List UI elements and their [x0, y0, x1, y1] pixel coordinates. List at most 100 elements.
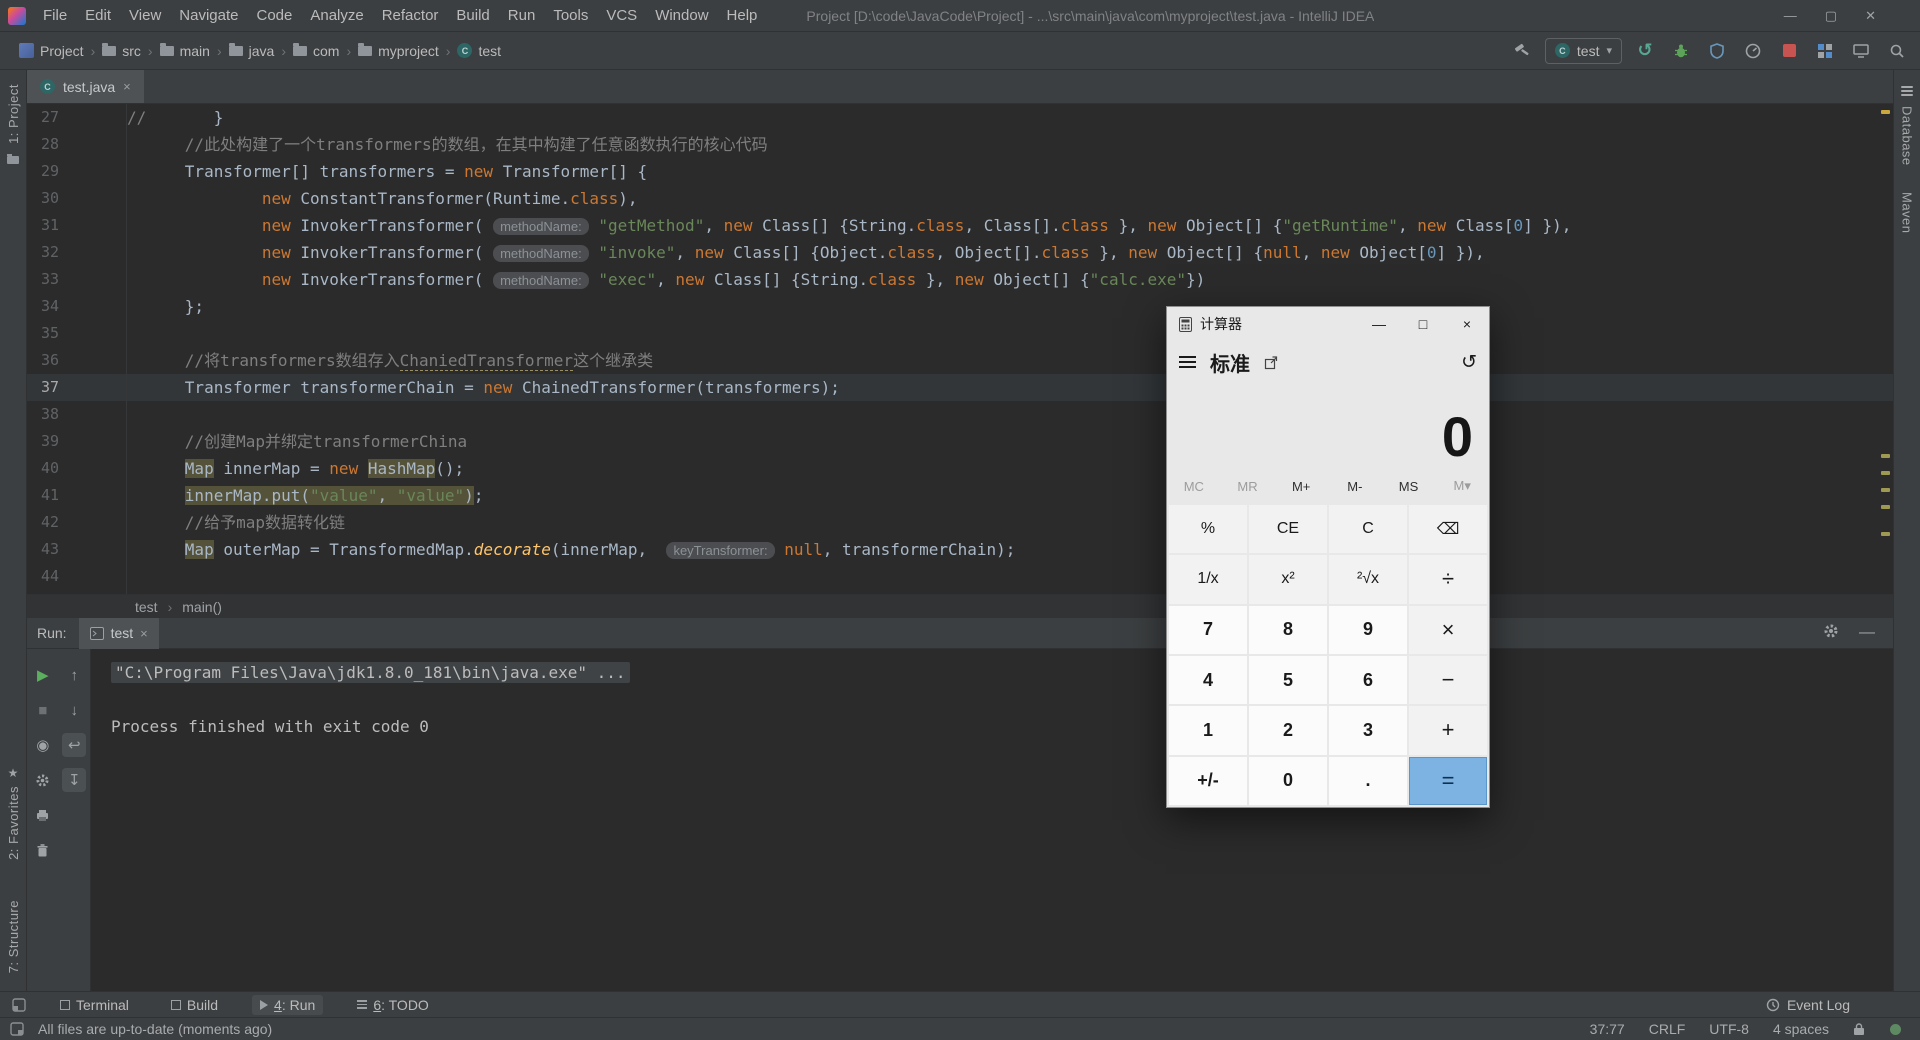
scroll-to-end-button[interactable]: ↧	[62, 768, 87, 792]
menu-refactor[interactable]: Refactor	[373, 0, 448, 31]
code-line[interactable]: new InvokerTransformer( methodName: "exe…	[127, 266, 1893, 293]
menu-edit[interactable]: Edit	[76, 0, 120, 31]
calc-key-ce[interactable]: CE	[1249, 505, 1327, 554]
gear-icon[interactable]	[31, 768, 55, 792]
calc-minimize-icon[interactable]: —	[1357, 307, 1401, 341]
toolwindow-4-run[interactable]: 4: Run	[252, 994, 324, 1015]
minimize-icon[interactable]: —	[1784, 8, 1797, 24]
build-hammer-icon[interactable]	[1509, 38, 1535, 64]
menu-tools[interactable]: Tools	[544, 0, 597, 31]
code-line[interactable]: // }	[127, 104, 1893, 131]
code-line[interactable]: Map innerMap = new HashMap();	[127, 455, 1893, 482]
memory-m-plus[interactable]: M+	[1274, 479, 1328, 494]
code-line[interactable]	[127, 401, 1893, 428]
sidebar-item-project[interactable]: 1: Project	[6, 84, 21, 144]
menu-file[interactable]: File	[34, 0, 76, 31]
calc-key-9[interactable]: 9	[1329, 605, 1407, 654]
maximize-icon[interactable]: ▢	[1825, 8, 1837, 24]
profiler-icon[interactable]	[1740, 38, 1766, 64]
settings-gear-icon[interactable]	[1823, 623, 1839, 644]
calc-title-bar[interactable]: 计算器 — □ ×	[1167, 307, 1489, 341]
code-line[interactable]: //将transformers数组存入ChaniedTransformer这个继…	[127, 347, 1893, 374]
error-stripe-mark[interactable]	[1881, 488, 1890, 492]
sidebar-item-structure[interactable]: 7: Structure	[6, 900, 21, 973]
close-icon[interactable]: ✕	[1865, 8, 1876, 24]
calc-key-1[interactable]: 1	[1169, 706, 1247, 755]
code-line[interactable]: Map outerMap = TransformedMap.decorate(i…	[127, 536, 1893, 563]
tab-test-java[interactable]: C test.java ×	[27, 70, 144, 103]
hamburger-menu-icon[interactable]	[1179, 353, 1196, 371]
toolwindow-6-todo[interactable]: 6: TODO	[349, 995, 437, 1015]
code-line[interactable]	[127, 563, 1893, 590]
breadcrumb-item-java[interactable]: java	[224, 42, 280, 59]
error-stripe-mark[interactable]	[1881, 532, 1890, 536]
run-tab-close-icon[interactable]: ×	[140, 626, 148, 641]
tool-window-switcher-icon[interactable]	[12, 997, 26, 1012]
line-ending[interactable]: CRLF	[1649, 1021, 1686, 1037]
menu-help[interactable]: Help	[718, 0, 767, 31]
calc-key-equals[interactable]: =	[1409, 756, 1487, 805]
memory-ms[interactable]: MS	[1382, 479, 1436, 494]
menu-code[interactable]: Code	[247, 0, 301, 31]
calc-key-decimal[interactable]: .	[1329, 756, 1407, 805]
calc-key-reciprocal[interactable]: 1/x	[1169, 555, 1247, 604]
calc-key-backspace[interactable]: ⌫	[1409, 505, 1487, 554]
calc-key-percent[interactable]: %	[1169, 505, 1247, 554]
sidebar-item-database[interactable]: Database	[1900, 106, 1915, 166]
code-line[interactable]: innerMap.put("value", "value");	[127, 482, 1893, 509]
soft-wrap-button[interactable]: ↩	[62, 733, 87, 757]
code-line[interactable]: Transformer transformerChain = new Chain…	[127, 374, 1893, 401]
calc-key-6[interactable]: 6	[1329, 655, 1407, 705]
code-editor[interactable]: 27282930313233343536373839404142434445 /…	[27, 104, 1893, 594]
run-tab-test[interactable]: test ×	[78, 617, 159, 649]
sidebar-item-favorites[interactable]: 2: Favorites	[6, 786, 21, 860]
event-log-button[interactable]: Event Log	[1766, 997, 1850, 1013]
calc-key-sqrt[interactable]: ²√x	[1329, 555, 1407, 604]
breadcrumb-item-test[interactable]: Ctest	[452, 43, 506, 59]
stop-button[interactable]	[1776, 38, 1802, 64]
calc-key-2[interactable]: 2	[1249, 706, 1327, 755]
code-line[interactable]: //创建Map并绑定transformerChina	[127, 428, 1893, 455]
history-icon[interactable]: ↺	[1461, 351, 1477, 374]
menu-build[interactable]: Build	[447, 0, 498, 31]
breadcrumb-item-src[interactable]: src	[97, 42, 146, 59]
menu-run[interactable]: Run	[499, 0, 545, 31]
calc-key-3[interactable]: 3	[1329, 706, 1407, 755]
error-stripe-mark[interactable]	[1881, 110, 1890, 114]
down-stack-button[interactable]: ↓	[62, 698, 86, 722]
code-area[interactable]: // } //此处构建了一个transformers的数组，在其中构建了任意函数…	[127, 104, 1893, 594]
file-encoding[interactable]: UTF-8	[1709, 1021, 1749, 1037]
calc-key-5[interactable]: 5	[1249, 655, 1327, 705]
tool-windows-grid-icon[interactable]	[1812, 38, 1838, 64]
stop-process-button[interactable]: ■	[31, 698, 55, 722]
status-toggle-icon[interactable]	[10, 1022, 24, 1036]
code-line[interactable]: Transformer[] transformers = new Transfo…	[127, 158, 1893, 185]
debug-bug-icon[interactable]	[1668, 38, 1694, 64]
calc-key-divide[interactable]: ÷	[1409, 555, 1487, 604]
sidebar-item-maven[interactable]: Maven	[1900, 192, 1915, 234]
menu-analyze[interactable]: Analyze	[301, 0, 372, 31]
hide-panel-icon[interactable]: —	[1859, 624, 1875, 642]
run-config-select[interactable]: C test ▾	[1544, 37, 1622, 64]
caret-position[interactable]: 37:77	[1590, 1021, 1625, 1037]
code-line[interactable]: //此处构建了一个transformers的数组，在其中构建了任意函数执行的核心…	[127, 131, 1893, 158]
toolwindow-terminal[interactable]: Terminal	[52, 995, 137, 1015]
breadcrumb-item-main[interactable]: main	[155, 42, 215, 59]
error-stripe-mark[interactable]	[1881, 454, 1890, 458]
menu-navigate[interactable]: Navigate	[170, 0, 247, 31]
toolwindow-build[interactable]: Build	[163, 995, 226, 1015]
calc-key-7[interactable]: 7	[1169, 605, 1247, 654]
error-stripe-mark[interactable]	[1881, 505, 1890, 509]
lock-icon[interactable]	[1853, 1022, 1865, 1036]
breadcrumb-file[interactable]: test	[135, 599, 158, 615]
code-line[interactable]: //给予map数据转化链	[127, 509, 1893, 536]
memory-m-minus[interactable]: M-	[1328, 479, 1382, 494]
calc-key-4[interactable]: 4	[1169, 655, 1247, 705]
calc-key-plus[interactable]: +	[1409, 706, 1487, 755]
printer-icon[interactable]	[31, 803, 55, 827]
menu-vcs[interactable]: VCS	[597, 0, 646, 31]
breadcrumb-item-project[interactable]: Project	[14, 43, 89, 59]
keep-on-top-icon[interactable]	[1264, 355, 1279, 370]
calc-key-0[interactable]: 0	[1249, 756, 1327, 805]
console[interactable]: "C:\Program Files\Java\jdk1.8.0_181\bin\…	[91, 649, 1893, 991]
